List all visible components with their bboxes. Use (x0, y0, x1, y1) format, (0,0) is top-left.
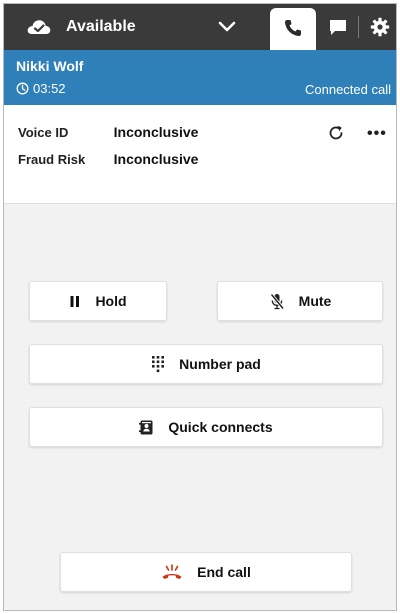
agent-status-dropdown[interactable]: Available (4, 4, 268, 50)
refresh-icon[interactable] (327, 124, 345, 142)
tab-chat[interactable] (318, 4, 356, 50)
mute-label: Mute (298, 293, 332, 309)
fraud-risk-value: Inconclusive (113, 151, 199, 167)
number-pad-label: Number pad (179, 356, 261, 372)
address-book-icon (139, 419, 154, 436)
tab-phone[interactable] (270, 8, 316, 50)
end-call-label: End call (197, 564, 251, 580)
hang-up-icon (161, 564, 183, 580)
voice-id-row: Voice ID Inconclusive (18, 124, 198, 140)
hold-button[interactable]: Hold (29, 281, 167, 321)
hold-label: Hold (95, 293, 127, 309)
gear-icon (370, 17, 390, 37)
ccp-softphone: Available Nikki Wolf 03:52 Connected cal… (3, 3, 397, 611)
end-call-button[interactable]: End call (60, 552, 352, 592)
more-options-icon[interactable]: ••• (367, 126, 387, 142)
chat-icon (330, 20, 346, 35)
top-bar: Available (4, 4, 396, 50)
microphone-off-icon (269, 293, 285, 310)
quick-connects-button[interactable]: Quick connects (29, 407, 383, 447)
mute-button[interactable]: Mute (217, 281, 383, 321)
agent-status-label: Available (66, 18, 136, 35)
voice-id-panel: Voice ID Inconclusive Fraud Risk Inconcl… (4, 105, 396, 204)
contact-status: Connected call (305, 82, 391, 97)
chevron-down-icon[interactable] (218, 20, 236, 34)
tab-divider (358, 16, 359, 38)
pause-icon (69, 295, 81, 308)
call-timer-value: 03:52 (33, 81, 66, 96)
contact-header: Nikki Wolf 03:52 Connected call (4, 50, 396, 105)
voice-id-label: Voice ID (18, 125, 69, 140)
clock-icon (16, 82, 29, 95)
contact-name: Nikki Wolf (16, 58, 84, 74)
cloud-check-icon (27, 20, 51, 34)
voice-id-value: Inconclusive (113, 124, 199, 140)
call-timer: 03:52 (16, 81, 66, 96)
fraud-risk-label: Fraud Risk (18, 152, 86, 167)
fraud-risk-row: Fraud Risk Inconclusive (18, 151, 198, 167)
dialpad-icon (151, 355, 165, 373)
quick-connects-label: Quick connects (168, 419, 273, 435)
phone-icon (285, 20, 301, 36)
number-pad-button[interactable]: Number pad (29, 344, 383, 384)
tab-settings[interactable] (361, 4, 396, 50)
